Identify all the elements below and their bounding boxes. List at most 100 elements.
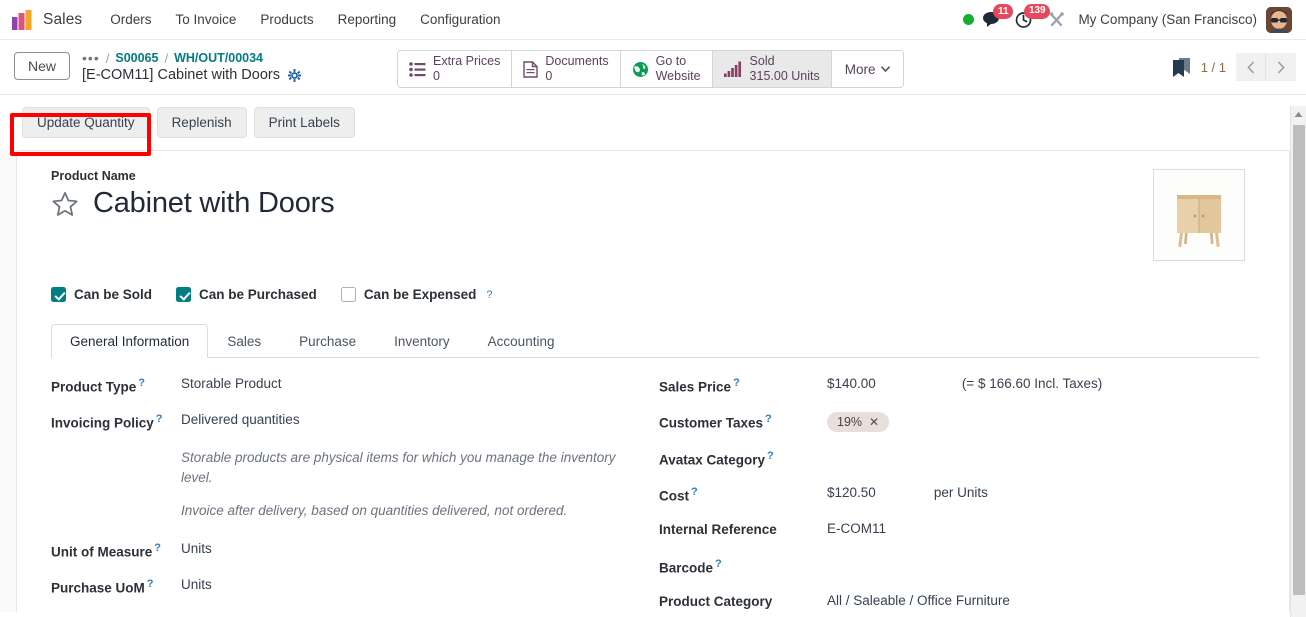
menu-item-products[interactable]: Products: [248, 6, 325, 33]
field-sales-price-incl-taxes: (= $ 166.60 Incl. Taxes): [961, 376, 1103, 391]
product-name-value[interactable]: Cabinet with Doors: [93, 187, 335, 220]
smart-button-value: 315.00 Units: [749, 69, 820, 83]
new-button[interactable]: New: [14, 52, 71, 80]
field-unit-of-measure-label: Unit of Measure?: [51, 541, 181, 560]
field-avatax-category: Avatax Category?: [659, 449, 1259, 468]
user-avatar[interactable]: [1266, 6, 1292, 33]
customer-tax-tag-remove-icon[interactable]: ✕: [869, 415, 879, 429]
update-quantity-button[interactable]: Update Quantity: [22, 107, 150, 138]
activities-button[interactable]: 139: [1015, 3, 1051, 29]
smart-button-bar: Extra Prices 0 Documents 0 Go to Website…: [396, 50, 904, 88]
smart-button-label: Extra Prices: [432, 54, 501, 69]
field-sales-price-value[interactable]: $140.00: [827, 376, 876, 391]
star-icon[interactable]: [51, 190, 79, 218]
field-customer-taxes-value[interactable]: 19% ✕: [827, 412, 890, 432]
menu-item-reporting[interactable]: Reporting: [326, 6, 409, 33]
smart-button-extra-prices-text: Extra Prices 0: [433, 54, 500, 84]
breadcrumb-link-sales-order[interactable]: S00065: [115, 51, 158, 65]
field-barcode-label: Barcode?: [659, 557, 827, 576]
messages-badge: 11: [993, 4, 1014, 19]
tab-accounting[interactable]: Accounting: [469, 324, 574, 358]
pager-previous-button[interactable]: [1236, 53, 1266, 81]
scrollbar-thumb[interactable]: [1293, 125, 1305, 595]
tab-sales[interactable]: Sales: [208, 324, 280, 358]
gear-icon[interactable]: [287, 68, 301, 82]
can-be-expensed-label: Can be Expensed: [363, 287, 477, 302]
wrench-screwdriver-icon[interactable]: [1049, 11, 1069, 29]
breadcrumb-overflow-button[interactable]: •••: [82, 50, 100, 66]
navbar-right: 11 139 My Company (San Francisco): [963, 3, 1296, 33]
unit-of-measure-help-icon[interactable]: ?: [154, 542, 161, 554]
field-internal-reference-label: Internal Reference: [659, 522, 777, 537]
bookmark-icon[interactable]: [1172, 57, 1191, 78]
menu-item-configuration[interactable]: Configuration: [408, 6, 512, 33]
print-labels-button[interactable]: Print Labels: [253, 107, 355, 138]
tab-inventory[interactable]: Inventory: [375, 324, 469, 358]
pager-next-button[interactable]: [1266, 53, 1296, 81]
smart-button-documents[interactable]: Documents 0: [512, 51, 621, 87]
avatar-image: [1266, 6, 1292, 33]
label-text: Cost: [659, 488, 689, 504]
company-name[interactable]: My Company (San Francisco): [1078, 12, 1257, 27]
field-internal-reference-value[interactable]: E-COM11: [827, 521, 886, 536]
can-be-expensed-checkbox-item[interactable]: Can be Expensed ?: [340, 287, 492, 302]
top-navbar: Sales Orders To Invoice Products Reporti…: [0, 0, 1306, 40]
replenish-button[interactable]: Replenish: [156, 107, 247, 138]
field-product-category-label: Product Category: [659, 594, 773, 609]
barcode-help-icon[interactable]: ?: [715, 558, 722, 570]
pager-buttons: [1236, 53, 1296, 81]
product-image[interactable]: [1153, 169, 1245, 261]
smart-button-more[interactable]: More: [831, 51, 903, 87]
menu-item-to-invoice[interactable]: To Invoice: [164, 6, 249, 33]
cost-help-icon[interactable]: ?: [691, 486, 698, 498]
smart-button-sold[interactable]: Sold 315.00 Units: [712, 51, 832, 87]
breadcrumb-link-delivery[interactable]: WH/OUT/00034: [174, 51, 263, 65]
customer-taxes-help-icon[interactable]: ?: [765, 413, 772, 425]
avatax-category-help-icon[interactable]: ?: [767, 450, 774, 462]
field-invoicing-policy: Invoicing Policy? Delivered quantities: [51, 412, 655, 431]
can-be-purchased-checkbox-item[interactable]: Can be Purchased: [176, 287, 317, 302]
smart-button-extra-prices[interactable]: Extra Prices 0: [397, 51, 513, 87]
field-invoicing-policy-value[interactable]: Delivered quantities: [181, 412, 300, 427]
scrollbar-up-button[interactable]: [1291, 106, 1306, 123]
breadcrumb-path: ••• / S00065 / WH/OUT/00034: [82, 50, 301, 66]
messages-button[interactable]: 11: [983, 4, 1014, 28]
control-panel: New ••• / S00065 / WH/OUT/00034 [E-COM11…: [0, 40, 1306, 95]
menu-item-orders[interactable]: Orders: [98, 6, 163, 33]
field-unit-of-measure-value[interactable]: Units: [181, 541, 212, 556]
invoicing-policy-description-text: Invoice after delivery, based on quantit…: [181, 503, 568, 519]
can-be-purchased-checkbox[interactable]: [176, 287, 192, 302]
can-be-sold-checkbox-item[interactable]: Can be Sold: [51, 287, 152, 302]
product-header-left: Product Name Cabinet with Doors: [51, 169, 1153, 261]
smart-button-value: 0: [545, 69, 553, 83]
label-text: Purchase UoM: [51, 580, 145, 596]
field-cost: Cost? $120.50 per Units: [659, 485, 1259, 504]
tab-purchase[interactable]: Purchase: [280, 324, 375, 358]
can-be-expensed-checkbox[interactable]: [340, 287, 356, 302]
tab-general-information[interactable]: General Information: [51, 324, 209, 358]
can-be-expensed-help-icon[interactable]: ?: [486, 289, 492, 301]
can-be-sold-checkbox[interactable]: [51, 287, 66, 302]
page-scrollbar[interactable]: [1290, 106, 1306, 617]
brand-home[interactable]: Sales: [12, 9, 82, 30]
online-status-dot: [963, 14, 975, 25]
field-cost-value[interactable]: $120.50: [827, 485, 876, 500]
product-type-help-icon[interactable]: ?: [138, 377, 145, 389]
activities-badge: 139: [1024, 3, 1051, 19]
sales-price-help-icon[interactable]: ?: [733, 377, 740, 389]
field-product-category-value[interactable]: All / Saleable / Office Furniture: [827, 593, 1010, 608]
field-purchase-uom: Purchase UoM? Units: [51, 577, 655, 596]
field-barcode: Barcode?: [659, 557, 1259, 576]
caret-up-icon: [1294, 111, 1303, 117]
invoicing-policy-help-icon[interactable]: ?: [156, 413, 163, 425]
object-action-buttons: Update Quantity Replenish Print Labels: [0, 95, 1306, 150]
purchase-uom-help-icon[interactable]: ?: [147, 578, 154, 590]
customer-tax-tag[interactable]: 19% ✕: [827, 412, 890, 432]
field-product-type-label: Product Type?: [51, 376, 181, 395]
field-sales-price: Sales Price? $140.00 (= $ 166.60 Incl. T…: [659, 376, 1259, 395]
product-flags: Can be Sold Can be Purchased Can be Expe…: [51, 287, 1259, 302]
field-purchase-uom-value[interactable]: Units: [181, 577, 212, 592]
field-product-type-value[interactable]: Storable Product: [181, 376, 282, 391]
main-menu: Orders To Invoice Products Reporting Con…: [98, 6, 512, 33]
smart-button-go-to-website[interactable]: Go to Website: [620, 51, 713, 87]
